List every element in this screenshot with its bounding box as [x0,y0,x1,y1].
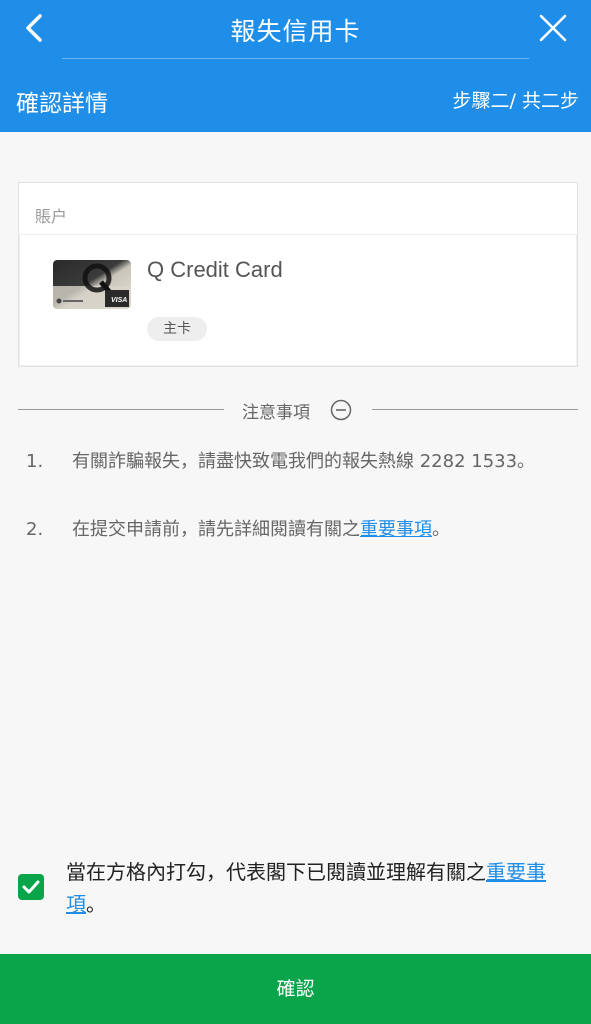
close-button[interactable] [533,8,573,48]
credit-card-image: VISA [53,260,131,309]
svg-text:VISA: VISA [111,297,127,304]
note-text: 在提交申請前，請先詳細閱讀有關之重要事項。 [72,514,552,546]
divider-line-left [18,409,224,410]
note-text: 有關詐騙報失，請盡快致電我們的報失熱線 2282 1533。 [72,451,536,472]
confirm-button[interactable]: 確認 [0,954,591,1024]
note-number: 1. [26,451,44,472]
step-indicator: 步驟二/ 共二步 [452,90,579,112]
note-text-after: 。 [432,519,450,540]
collapse-notes-button[interactable] [330,399,352,421]
important-notes-link[interactable]: 重要事項 [360,519,432,540]
card-type-badge: 主卡 [147,317,207,341]
checkmark-icon [22,880,40,894]
notes-title: 注意事項 [242,403,310,423]
divider-line-right [372,409,578,410]
close-icon [539,14,567,42]
note-number: 2. [26,519,44,540]
agreement-checkbox[interactable] [18,874,44,900]
card-name: Q Credit Card [147,257,283,282]
page-title: 報失信用卡 [230,17,361,46]
agreement-text-after: 。 [86,892,106,916]
notes-section-header: 注意事項 [18,396,578,424]
header: 報失信用卡 確認詳情 步驟二/ 共二步 [0,0,591,132]
agreement-text: 當在方格內打勾，代表閣下已閱讀並理解有關之重要事項。 [66,856,578,920]
section-subtitle: 確認詳情 [16,91,108,117]
agreement-text-before: 當在方格內打勾，代表閣下已閱讀並理解有關之 [66,860,486,884]
note-text-before: 在提交申請前，請先詳細閱讀有關之 [72,519,360,540]
report-lost-card-page: 報失信用卡 確認詳情 步驟二/ 共二步 賬户 VISA Q Credit Car… [0,0,591,1024]
top-bar: 報失信用卡 [0,0,591,59]
agreement-row: 當在方格內打勾，代表閣下已閱讀並理解有關之重要事項。 [0,856,591,926]
account-label: 賬户 [19,183,577,235]
account-card-box: 賬户 VISA Q Credit Card 主卡 [18,182,578,367]
header-divider [62,58,529,59]
minus-circle-icon [330,399,352,421]
